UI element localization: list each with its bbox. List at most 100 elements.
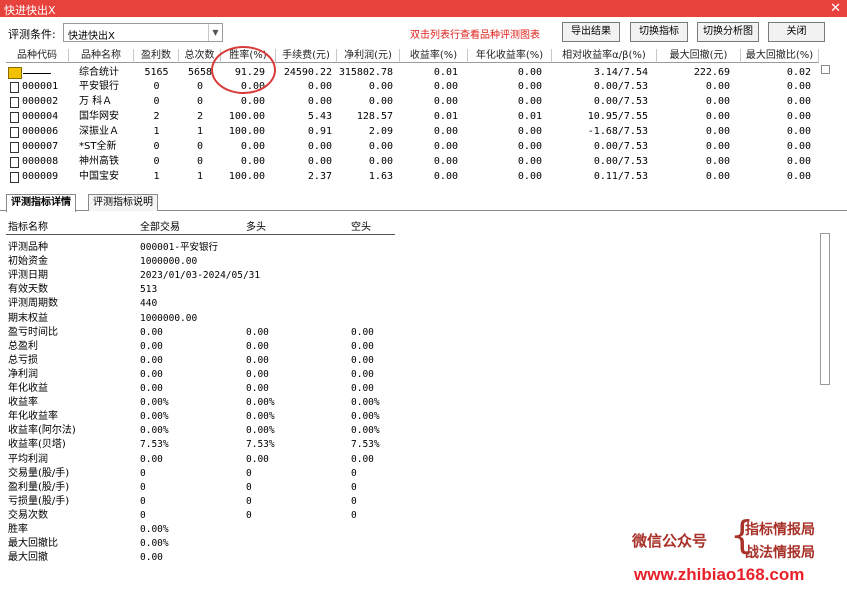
table-row[interactable]: 000001 平安银行 0 0 0.00 0.00 0.00 0.00 0.00 0.00/7.5… bbox=[6, 80, 819, 94]
cell-name: 万 科Ａ bbox=[79, 96, 113, 107]
cell-win-rate: 0.00 bbox=[240, 156, 265, 167]
cell-code: 000004 bbox=[22, 111, 59, 122]
detail-value-all: 0.00 bbox=[140, 552, 163, 564]
watermark-line2: 战法情报局 bbox=[745, 545, 815, 561]
cell-code: 000007 bbox=[22, 141, 59, 152]
scroll-corner-box[interactable] bbox=[821, 65, 830, 74]
detail-value-short: 0.00 bbox=[351, 340, 374, 352]
cell-fee: 2.37 bbox=[307, 171, 332, 182]
detail-row: 交易量(股/手) 0 0 0 bbox=[0, 467, 400, 481]
detail-label: 交易量(股/手) bbox=[8, 467, 70, 479]
detail-row: 收益率(阿尔法) 0.00% 0.00% 0.00% bbox=[0, 424, 400, 438]
col-header-max-drawdown[interactable]: 最大回撤(元) bbox=[657, 49, 741, 63]
table-row[interactable]: 000007 *ST全新 0 0 0.00 0.00 0.00 0.00 0.00 0.00/7.… bbox=[6, 140, 819, 154]
table-row[interactable]: 000004 国华网安 2 2 100.00 5.43 128.57 0.01 0.01 10.9… bbox=[6, 110, 819, 124]
close-icon[interactable]: ✕ bbox=[830, 0, 841, 17]
summary-row[interactable]: 综合统计 5165 5658 91.29 24590.22 315802.78 … bbox=[6, 66, 819, 80]
table-row[interactable]: 000002 万 科Ａ 0 0 0.00 0.00 0.00 0.00 0.00 0.00/7.5… bbox=[6, 95, 819, 109]
detail-value-short: 0.00 bbox=[351, 368, 374, 380]
detail-row: 盈亏时间比 0.00 0.00 0.00 bbox=[0, 326, 400, 340]
document-icon bbox=[10, 82, 19, 93]
switch-analysis-button[interactable]: 切换分析图 bbox=[697, 22, 759, 42]
col-header-return[interactable]: 收益率(%) bbox=[400, 49, 468, 63]
cell-fee: 0.00 bbox=[307, 81, 332, 92]
cell-return: 0.00 bbox=[433, 96, 458, 107]
document-icon bbox=[10, 112, 19, 123]
col-header-annual-return[interactable]: 年化收益率(%) bbox=[468, 49, 552, 63]
switch-indicator-button[interactable]: 切换指标 bbox=[630, 22, 688, 42]
cell-return: 0.00 bbox=[433, 81, 458, 92]
detail-row: 评测周期数 440 bbox=[0, 297, 400, 311]
table-row[interactable]: 000008 神州高铁 0 0 0.00 0.00 0.00 0.00 0.00 0.00/7.5… bbox=[6, 155, 819, 169]
detail-value-all: 0.00 bbox=[140, 453, 163, 465]
cell-name: 国华网安 bbox=[79, 111, 119, 122]
cell-max-dd: 0.00 bbox=[705, 171, 730, 182]
detail-row: 收益率(贝塔) 7.53% 7.53% 7.53% bbox=[0, 438, 400, 452]
chevron-down-icon[interactable]: ▼ bbox=[208, 24, 222, 41]
document-icon bbox=[10, 142, 19, 153]
hint-text: 双击列表行查看品种评测图表 bbox=[410, 30, 540, 41]
export-button[interactable]: 导出结果 bbox=[562, 22, 620, 42]
tab-indicator-details[interactable]: 评测指标详情 bbox=[6, 194, 76, 212]
cell-relative: 0.00/7.53 bbox=[593, 96, 648, 107]
detail-header-all: 全部交易 bbox=[140, 222, 180, 233]
cell-return: 0.00 bbox=[433, 141, 458, 152]
cell-profit-count: 1 bbox=[153, 171, 160, 182]
detail-label: 最大回撤比 bbox=[8, 538, 58, 550]
detail-value-all: 0.00 bbox=[140, 340, 163, 352]
table-row[interactable]: 000009 中国宝安 1 1 100.00 2.37 1.63 0.00 0.00 0.11/7… bbox=[6, 170, 819, 184]
cell-code: 000001 bbox=[22, 81, 59, 92]
col-header-net-profit[interactable]: 净利润(元) bbox=[337, 49, 400, 63]
detail-row: 净利润 0.00 0.00 0.00 bbox=[0, 368, 400, 382]
cell-return: 0.01 bbox=[433, 67, 458, 78]
detail-row: 盈利量(股/手) 0 0 0 bbox=[0, 481, 400, 495]
cell-max-dd-ratio: 0.00 bbox=[786, 96, 811, 107]
condition-label: 评测条件: bbox=[8, 28, 56, 41]
detail-value-long: 0.00% bbox=[246, 425, 275, 437]
detail-value-all: 7.53% bbox=[140, 439, 169, 451]
detail-header-long: 多头 bbox=[246, 222, 266, 233]
cell-profit-count: 0 bbox=[153, 81, 160, 92]
cell-annual-return: 0.00 bbox=[517, 96, 542, 107]
cell-fee: 0.00 bbox=[307, 96, 332, 107]
col-header-max-drawdown-ratio[interactable]: 最大回撤比(%) bbox=[741, 49, 819, 63]
detail-row: 胜率 0.00% bbox=[0, 523, 400, 537]
table-row[interactable]: 000006 深振业Ａ 1 1 100.00 0.91 2.09 0.00 0.00 -1.68/… bbox=[6, 125, 819, 139]
detail-label: 收益率(贝塔) bbox=[8, 439, 66, 451]
cell-total-count: 0 bbox=[196, 96, 204, 107]
cell-win-rate: 100.00 bbox=[228, 171, 265, 182]
detail-value-short: 0.00 bbox=[351, 383, 374, 394]
cell-max-dd-ratio: 0.00 bbox=[786, 81, 811, 92]
close-button[interactable]: 关闭 bbox=[768, 22, 825, 42]
cell-net-profit: 0.00 bbox=[368, 156, 393, 167]
detail-value-short: 0 bbox=[351, 509, 357, 521]
detail-row: 有效天数 513 bbox=[0, 283, 400, 297]
cell-annual-return: 0.00 bbox=[517, 126, 542, 137]
highlight-circle bbox=[211, 46, 276, 94]
col-header-fee[interactable]: 手续费(元) bbox=[276, 49, 337, 63]
col-header-profit-count[interactable]: 盈利数 bbox=[134, 49, 179, 63]
cell-relative: 0.00/7.53 bbox=[593, 156, 648, 167]
col-header-relative-return[interactable]: 相对收益率α/β(%) bbox=[552, 49, 657, 63]
cell-max-dd: 0.00 bbox=[705, 156, 730, 167]
col-header-code[interactable]: 品种代码 bbox=[6, 49, 69, 63]
cell-win-rate: 100.00 bbox=[228, 111, 265, 122]
tab-indicator-description[interactable]: 评测指标说明 bbox=[88, 194, 158, 211]
cell-return: 0.01 bbox=[433, 111, 458, 122]
detail-label: 评测品种 bbox=[8, 242, 48, 253]
detail-value-all: 0 bbox=[140, 481, 146, 493]
col-header-name[interactable]: 品种名称 bbox=[69, 49, 134, 63]
cell-fee: 5.43 bbox=[307, 111, 332, 122]
cell-max-dd: 0.00 bbox=[705, 81, 730, 92]
cell-relative: 0.00/7.53 bbox=[593, 81, 648, 92]
detail-row: 初始资金 1000000.00 bbox=[0, 255, 400, 269]
detail-scrollbar[interactable] bbox=[820, 233, 830, 385]
detail-row: 年化收益率 0.00% 0.00% 0.00% bbox=[0, 410, 400, 424]
detail-label: 年化收益率 bbox=[8, 411, 58, 423]
cell-relative: 10.95/7.55 bbox=[587, 111, 648, 122]
detail-value-all: 0 bbox=[140, 509, 146, 521]
condition-select[interactable]: 快进快出X ▼ bbox=[63, 23, 223, 42]
detail-label: 盈亏时间比 bbox=[8, 326, 58, 338]
cell-return: 0.00 bbox=[433, 126, 458, 137]
cell-profit-count: 0 bbox=[153, 156, 160, 167]
